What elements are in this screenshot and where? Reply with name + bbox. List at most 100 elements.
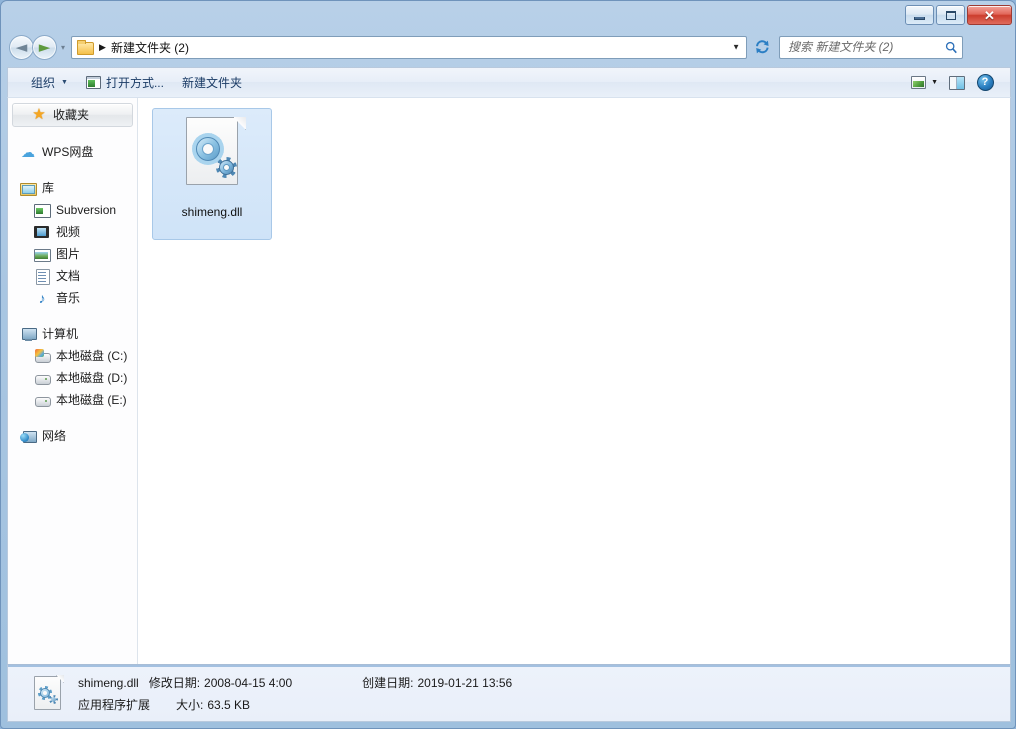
library-icon <box>20 180 36 196</box>
open-with-icon <box>86 76 101 89</box>
file-name-label: shimeng.dll <box>182 205 243 219</box>
sidebar-item-label: 视频 <box>56 226 80 238</box>
status-file-type: 应用程序扩展 <box>78 696 150 713</box>
cloud-icon: ☁ <box>20 144 36 160</box>
sidebar-item-label: 本地磁盘 (E:) <box>56 394 127 406</box>
sidebar-item-pictures[interactable]: 图片 <box>8 243 137 265</box>
sidebar-item-music[interactable]: ♪ 音乐 <box>8 287 137 309</box>
change-view-button[interactable] <box>905 72 931 94</box>
close-button[interactable]: ✕ <box>967 5 1012 25</box>
maximize-icon <box>946 11 956 20</box>
history-dropdown-icon[interactable]: ▾ <box>61 43 65 52</box>
sidebar-item-label: 文档 <box>56 270 80 282</box>
sidebar-item-label: 音乐 <box>56 292 80 304</box>
sidebar-item-drive-e[interactable]: 本地磁盘 (E:) <box>8 389 137 411</box>
chevron-down-icon: ▼ <box>61 79 68 86</box>
sidebar-item-label: 本地磁盘 (C:) <box>56 350 127 362</box>
new-folder-label: 新建文件夹 <box>182 74 242 91</box>
folder-icon <box>77 40 93 54</box>
drive-icon <box>34 392 50 408</box>
dll-icon <box>178 117 246 199</box>
forward-button[interactable]: ► <box>32 35 57 60</box>
open-with-label: 打开方式... <box>106 74 164 91</box>
back-arrow-icon: ◄ <box>16 40 28 55</box>
system-drive-icon <box>34 348 50 364</box>
breadcrumb[interactable]: 新建文件夹 (2) <box>111 39 189 56</box>
sidebar-item-subversion[interactable]: Subversion <box>8 199 137 221</box>
sidebar-item-videos[interactable]: 视频 <box>8 221 137 243</box>
document-icon <box>34 268 50 284</box>
star-icon: ★ <box>31 107 47 123</box>
toolbar-right-group: ▼ ? <box>905 72 998 94</box>
gear-large-hole <box>202 143 214 155</box>
preview-pane-icon <box>949 76 965 90</box>
status-modified-label: 修改日期: <box>149 674 200 691</box>
status-line-primary: shimeng.dll 修改日期: 2008-04-15 4:00 创建日期: … <box>78 674 512 691</box>
close-icon: ✕ <box>984 9 995 22</box>
organize-button[interactable]: 组织 ▼ <box>22 72 77 94</box>
sidebar-item-label: 收藏夹 <box>53 109 89 121</box>
address-bar[interactable]: ▶ 新建文件夹 (2) ▼ <box>71 36 747 59</box>
status-file-name: shimeng.dll <box>78 676 139 690</box>
sidebar-item-drive-d[interactable]: 本地磁盘 (D:) <box>8 367 137 389</box>
minimize-icon <box>914 17 925 20</box>
chevron-down-icon[interactable]: ▼ <box>931 79 938 86</box>
sidebar-item-label: 计算机 <box>42 328 78 340</box>
gear-small-hole <box>223 164 230 171</box>
help-icon: ? <box>977 74 994 91</box>
organize-label: 组织 <box>31 74 55 91</box>
search-box[interactable] <box>779 36 963 59</box>
preview-pane-button[interactable] <box>944 72 970 94</box>
network-icon <box>20 428 36 444</box>
spacer <box>8 309 137 323</box>
status-created-label: 创建日期: <box>362 674 413 691</box>
refresh-button[interactable] <box>751 36 774 59</box>
status-size-label: 大小: <box>176 696 203 713</box>
help-button[interactable]: ? <box>972 72 998 94</box>
video-icon <box>34 224 50 240</box>
music-icon: ♪ <box>34 290 50 306</box>
sidebar-item-documents[interactable]: 文档 <box>8 265 137 287</box>
spacer <box>8 411 137 425</box>
sidebar-item-computer[interactable]: 计算机 <box>8 323 137 345</box>
status-details: shimeng.dll 修改日期: 2008-04-15 4:00 创建日期: … <box>78 674 512 713</box>
open-with-button[interactable]: 打开方式... <box>77 72 173 94</box>
forward-arrow-icon: ► <box>39 40 51 55</box>
explorer-window: ✕ ◄ ► ▾ ▶ 新建文件夹 (2) ▼ <box>0 0 1016 729</box>
sidebar-item-label: 网络 <box>42 430 66 442</box>
search-input[interactable] <box>788 40 945 54</box>
status-bar: shimeng.dll 修改日期: 2008-04-15 4:00 创建日期: … <box>7 664 1011 722</box>
sidebar-item-label: 库 <box>42 182 54 194</box>
spacer <box>8 163 137 177</box>
sidebar-item-favorites[interactable]: ★ 收藏夹 <box>12 103 133 127</box>
status-gear-large-hole <box>43 691 47 695</box>
spacer <box>8 127 137 141</box>
subversion-icon <box>34 202 50 218</box>
minimize-button[interactable] <box>905 5 934 25</box>
back-button[interactable]: ◄ <box>9 35 34 60</box>
sidebar-item-drive-c[interactable]: 本地磁盘 (C:) <box>8 345 137 367</box>
status-created-value: 2019-01-21 13:56 <box>417 676 512 690</box>
new-folder-button[interactable]: 新建文件夹 <box>173 72 251 94</box>
navigation-buttons: ◄ ► ▾ <box>9 35 65 60</box>
status-size-value: 63.5 KB <box>207 698 250 712</box>
picture-icon <box>34 246 50 262</box>
sidebar-item-label: WPS网盘 <box>42 146 93 158</box>
status-modified-value: 2008-04-15 4:00 <box>204 676 292 690</box>
sidebar-item-label: Subversion <box>56 204 116 216</box>
chevron-down-icon[interactable]: ▼ <box>732 43 740 52</box>
sidebar-item-label: 图片 <box>56 248 80 260</box>
breadcrumb-separator-icon[interactable]: ▶ <box>99 42 106 53</box>
sidebar-item-libraries[interactable]: 库 <box>8 177 137 199</box>
refresh-icon <box>754 39 771 55</box>
title-bar: ✕ <box>1 1 1016 30</box>
sidebar-item-label: 本地磁盘 (D:) <box>56 372 127 384</box>
drive-icon <box>34 370 50 386</box>
file-item[interactable]: shimeng.dll <box>152 108 272 240</box>
sidebar-item-network[interactable]: 网络 <box>8 425 137 447</box>
file-list-pane[interactable]: shimeng.dll <box>138 98 1010 664</box>
search-icon <box>945 40 958 55</box>
sidebar-item-wps-cloud[interactable]: ☁ WPS网盘 <box>8 141 137 163</box>
status-line-secondary: 应用程序扩展 大小: 63.5 KB <box>78 696 512 713</box>
maximize-button[interactable] <box>936 5 965 25</box>
